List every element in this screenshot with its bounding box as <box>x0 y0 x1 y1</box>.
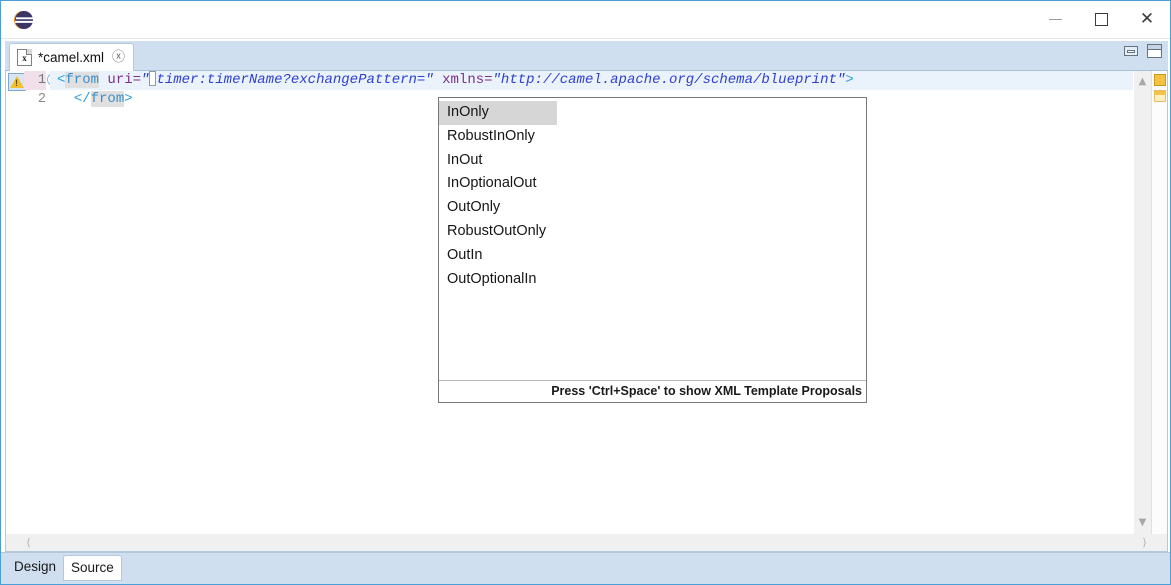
autocomplete-list[interactable]: InOnly RobustInOnly InOut InOptionalOut … <box>439 98 866 380</box>
line-number: 1 <box>24 71 46 90</box>
autocomplete-hint: Press 'Ctrl+Space' to show XML Template … <box>439 380 866 402</box>
bottom-tab-bar: Design Source <box>1 552 1170 584</box>
window-controls: ✕ <box>1032 1 1170 38</box>
editor-tab-label: *camel.xml <box>38 50 105 65</box>
scroll-up-icon[interactable]: ▲ <box>1134 73 1151 90</box>
page-tabs: Design Source <box>7 555 122 581</box>
title-bar: ✕ <box>1 1 1170 39</box>
autocomplete-item[interactable]: OutOptionalIn <box>439 268 866 292</box>
line-number-ruler: 1 2 <box>24 71 46 109</box>
autocomplete-item[interactable]: OutIn <box>439 244 866 268</box>
application-window: ✕ x *camel.xml ⓧ 1 2 <from uri="t <box>0 0 1171 585</box>
horizontal-scrollbar[interactable]: ⟨ ⟩ <box>5 534 1168 552</box>
close-icon: ✕ <box>1139 9 1155 29</box>
scroll-down-icon[interactable]: ▼ <box>1134 514 1151 531</box>
tab-design[interactable]: Design <box>7 555 63 578</box>
minimize-icon <box>1048 19 1062 20</box>
maximize-button[interactable] <box>1078 1 1124 38</box>
warning-marker-secondary-icon[interactable] <box>1154 90 1166 102</box>
autocomplete-item[interactable]: InOut <box>439 149 866 173</box>
autocomplete-item[interactable]: RobustOutOnly <box>439 220 866 244</box>
autocomplete-item[interactable]: OutOnly <box>439 196 866 220</box>
vertical-scrollbar[interactable]: ▲ ▼ <box>1134 71 1151 543</box>
maximize-view-icon[interactable] <box>1147 44 1162 58</box>
autocomplete-popup[interactable]: InOnly RobustInOnly InOut InOptionalOut … <box>438 97 867 403</box>
minimize-button[interactable] <box>1032 1 1078 38</box>
warning-marker-icon[interactable] <box>1154 74 1166 86</box>
close-button[interactable]: ✕ <box>1124 1 1170 38</box>
eclipse-logo-icon <box>11 8 35 32</box>
line-number: 2 <box>37 92 46 107</box>
editor-gutter: 1 2 <box>6 71 60 543</box>
xml-file-icon: x <box>17 49 32 66</box>
autocomplete-item[interactable]: InOnly <box>439 101 557 125</box>
scroll-right-icon[interactable]: ⟩ <box>1136 534 1153 551</box>
editor-tab-camel-xml[interactable]: x *camel.xml ⓧ <box>9 43 135 71</box>
minimize-view-icon[interactable] <box>1124 46 1138 56</box>
autocomplete-item[interactable]: InOptionalOut <box>439 172 866 196</box>
editor-tab-bar: x *camel.xml ⓧ <box>5 41 1168 71</box>
code-line-1: <from uri=" timer:timerName?exchangePatte… <box>50 71 1133 90</box>
tab-source[interactable]: Source <box>63 555 122 581</box>
editor-view-controls <box>1124 44 1162 58</box>
maximize-icon <box>1094 13 1108 26</box>
scroll-left-icon[interactable]: ⟨ <box>20 534 37 551</box>
overview-ruler[interactable] <box>1151 71 1167 543</box>
autocomplete-item[interactable]: RobustInOnly <box>439 125 866 149</box>
close-tab-icon[interactable]: ⓧ <box>110 51 125 64</box>
